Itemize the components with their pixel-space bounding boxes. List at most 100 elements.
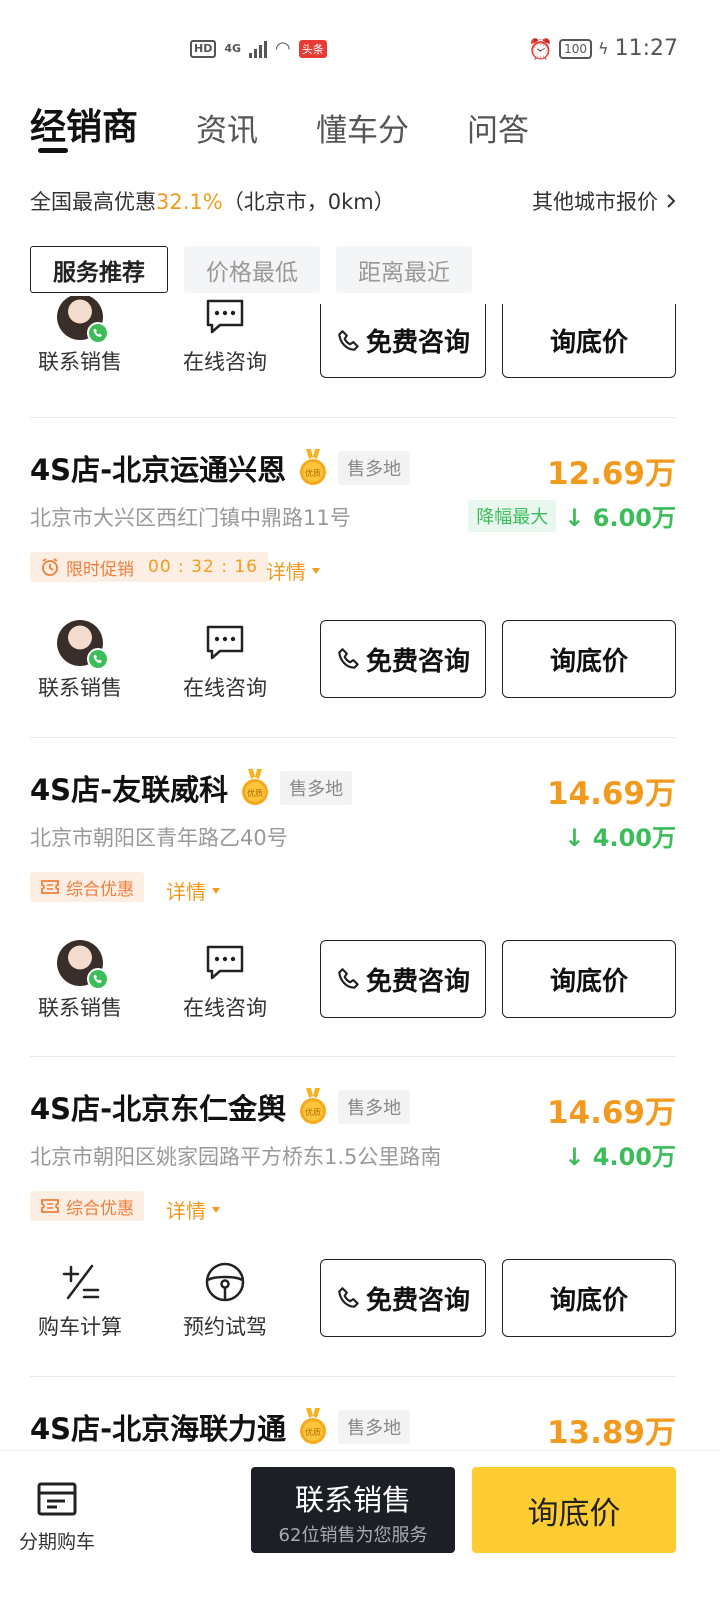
price-drop: 降幅最大 ↓ 6.00万 xyxy=(468,498,676,533)
contact-sales-action[interactable]: 联系销售 xyxy=(30,940,130,1022)
svg-text:优质: 优质 xyxy=(305,468,321,478)
filter-recommended[interactable]: 服务推荐 xyxy=(30,246,168,293)
bottom-bar: 分期购车 联系销售 62位销售为您服务 询底价 xyxy=(0,1450,720,1600)
filter-nearest[interactable]: 距离最近 xyxy=(336,246,472,293)
quality-medal-icon: 优质 xyxy=(298,449,328,487)
detail-toggle[interactable]: 详情 xyxy=(166,876,220,905)
chat-icon xyxy=(206,945,244,980)
quality-medal-icon: 优质 xyxy=(298,1088,328,1126)
ask-price-button[interactable]: 询底价 xyxy=(502,940,676,1018)
dealer-address: 北京市大兴区西红门镇中鼎路11号 xyxy=(30,506,351,530)
ask-price-button[interactable]: 询底价 xyxy=(502,620,676,698)
card-actions: 购车计算 预约试驾 免费咨询 询底价 xyxy=(30,1259,676,1339)
promo-label: 限时促销 xyxy=(66,559,134,580)
tab-news[interactable]: 资讯 xyxy=(196,105,258,150)
online-consult-label: 在线咨询 xyxy=(183,996,267,1020)
free-consult-button[interactable]: 免费咨询 xyxy=(320,620,486,698)
tab-qa[interactable]: 问答 xyxy=(467,105,529,150)
discount-location: （北京市，0km） xyxy=(222,190,395,214)
top-tabs: 经销商 资讯 懂车分 问答 xyxy=(30,98,587,150)
card-actions: 联系销售 在线咨询 免费咨询 询底价 xyxy=(30,940,676,1020)
online-consult-action[interactable]: 在线咨询 xyxy=(175,299,275,376)
dealer-address: 北京市朝阳区姚家园路平方桥东1.5公里路南 xyxy=(30,1145,442,1169)
ticket-icon xyxy=(41,880,59,894)
discount-percent: 32.1% xyxy=(156,190,223,214)
phone-badge-icon xyxy=(87,322,109,344)
free-consult-label: 免费咨询 xyxy=(365,1285,470,1316)
online-consult-action[interactable]: 在线咨询 xyxy=(175,940,275,1022)
free-consult-button[interactable]: 免费咨询 xyxy=(320,940,486,1018)
caret-down-icon xyxy=(312,567,320,574)
divider xyxy=(30,417,676,418)
tab-dealers[interactable]: 经销商 xyxy=(30,98,138,150)
divider xyxy=(30,1376,676,1377)
dealer-list[interactable]: 联系销售 在线咨询 免费咨询 询底价 4S店-北京运通兴恩 优质 售多地 12.… xyxy=(0,296,720,1450)
contact-sales-label: 联系销售 xyxy=(38,996,122,1020)
free-consult-label: 免费咨询 xyxy=(365,328,470,358)
detail-toggle[interactable]: 详情 xyxy=(166,1195,220,1224)
biggest-drop-badge: 降幅最大 xyxy=(468,499,557,532)
status-left: HD 4G ◠ 头条 xyxy=(190,38,327,59)
car-calc-action[interactable]: 购车计算 xyxy=(30,1259,130,1341)
contact-sales-action[interactable]: 联系销售 xyxy=(30,620,130,702)
free-consult-button[interactable]: 免费咨询 xyxy=(320,304,486,378)
alarm-icon: ⏰ xyxy=(528,36,554,61)
contact-sales-label: 联系销售 xyxy=(38,350,122,374)
dealer-address: 北京市朝阳区青年路乙40号 xyxy=(30,826,288,850)
ask-price-button[interactable]: 询底价 xyxy=(502,1259,676,1337)
online-consult-label: 在线咨询 xyxy=(183,350,267,374)
drop-value: 4.00万 xyxy=(592,824,676,852)
price-drop: ↓ 4.00万 xyxy=(564,1137,676,1172)
chat-icon xyxy=(206,625,244,660)
tab-rating[interactable]: 懂车分 xyxy=(316,105,409,150)
news-badge: 头条 xyxy=(298,39,327,58)
drop-amount: ↓ 4.00万 xyxy=(564,824,676,852)
steering-wheel-icon xyxy=(205,1262,245,1302)
phone-icon xyxy=(338,1287,359,1308)
status-right: ⏰ 100 ϟ 11:27 xyxy=(528,36,678,61)
divider xyxy=(30,1056,676,1057)
multi-region-tag: 售多地 xyxy=(338,451,411,485)
wifi-icon: ◠ xyxy=(275,38,291,59)
dealer-card[interactable]: 4S店-北京东仁金舆 优质 售多地 14.69万 北京市朝阳区姚家园路平方桥东1… xyxy=(30,1087,676,1347)
free-consult-label: 免费咨询 xyxy=(365,646,470,677)
caret-down-icon xyxy=(212,1206,220,1213)
discount-prefix: 全国最高优惠 xyxy=(30,190,156,214)
promo-label: 综合优惠 xyxy=(66,879,134,900)
chevron-right-icon xyxy=(667,194,676,208)
sales-avatar xyxy=(57,296,109,344)
sales-count-subtitle: 62位销售为您服务 xyxy=(278,1525,428,1546)
free-consult-button[interactable]: 免费咨询 xyxy=(320,1259,486,1337)
drop-value: 6.00万 xyxy=(592,504,676,532)
drop-value: 4.00万 xyxy=(592,1143,676,1171)
filter-lowest-price[interactable]: 价格最低 xyxy=(184,246,320,293)
installment-button[interactable]: 分期购车 xyxy=(16,1479,98,1554)
previous-card-actions: 联系销售 在线咨询 免费咨询 询底价 xyxy=(30,296,676,384)
ask-price-bottom-button[interactable]: 询底价 xyxy=(472,1467,676,1553)
contact-sales-bottom-button[interactable]: 联系销售 62位销售为您服务 xyxy=(251,1467,455,1553)
phone-icon xyxy=(338,329,359,351)
free-consult-label: 免费咨询 xyxy=(365,966,470,997)
sales-avatar xyxy=(57,940,109,990)
phone-icon xyxy=(338,648,359,669)
contact-sales-action[interactable]: 联系销售 xyxy=(30,296,130,376)
detail-toggle[interactable]: 详情 xyxy=(266,556,320,585)
dealer-card[interactable]: 4S店-友联威科 优质 售多地 14.69万 北京市朝阳区青年路乙40号 ↓ 4… xyxy=(30,768,676,1028)
dealer-card[interactable]: 4S店-北京运通兴恩 优质 售多地 12.69万 北京市大兴区西红门镇中鼎路11… xyxy=(30,448,676,708)
online-consult-action[interactable]: 在线咨询 xyxy=(175,620,275,702)
drop-amount: ↓ 4.00万 xyxy=(564,1143,676,1171)
contact-sales-label: 联系销售 xyxy=(38,676,122,700)
phone-badge-icon xyxy=(87,968,109,990)
phone-badge-icon xyxy=(87,648,109,670)
multi-region-tag: 售多地 xyxy=(280,771,353,805)
test-drive-action[interactable]: 预约试驾 xyxy=(175,1259,275,1341)
multi-region-tag: 售多地 xyxy=(338,1090,411,1124)
other-city-link[interactable]: 其他城市报价 xyxy=(532,186,676,216)
card-actions: 联系销售 在线咨询 免费咨询 询底价 xyxy=(30,620,676,700)
sales-avatar xyxy=(57,620,109,670)
quality-medal-icon: 优质 xyxy=(298,1408,328,1446)
ask-price-button[interactable]: 询底价 xyxy=(502,304,676,378)
dealer-card[interactable]: 4S店-北京海联力通 优质 售多地 13.89万 xyxy=(30,1407,676,1450)
charging-icon: ϟ xyxy=(598,39,609,58)
test-drive-label: 预约试驾 xyxy=(183,1315,267,1339)
